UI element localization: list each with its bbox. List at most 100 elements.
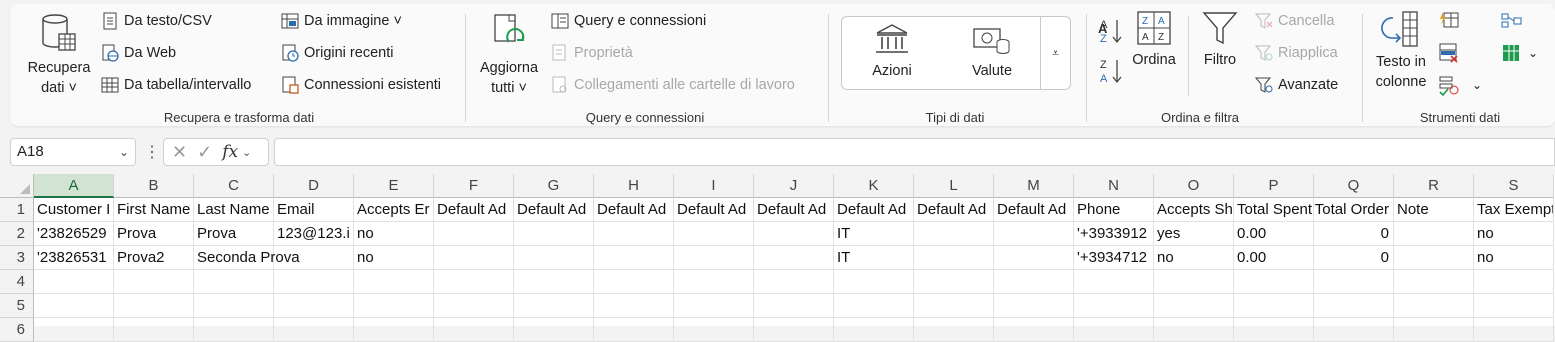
cell-R2[interactable] bbox=[1394, 222, 1474, 246]
cell-F2[interactable] bbox=[434, 222, 514, 246]
enter-check-icon[interactable]: ✓ bbox=[197, 142, 212, 163]
cell-E6[interactable] bbox=[354, 318, 434, 342]
cell-K1[interactable]: Default Ad bbox=[834, 198, 914, 222]
insert-function-icon[interactable]: fx bbox=[222, 142, 238, 162]
cell-M4[interactable] bbox=[994, 270, 1074, 294]
row-header-3[interactable]: 3 bbox=[0, 246, 34, 270]
get-data-button[interactable]: Recupera dati ˅ bbox=[24, 12, 94, 98]
cell-Q2[interactable]: 0 bbox=[1314, 222, 1394, 246]
row-header-2[interactable]: 2 bbox=[0, 222, 34, 246]
reapply-button[interactable]: Riapplica bbox=[1254, 42, 1338, 64]
cell-C2[interactable]: Prova bbox=[194, 222, 274, 246]
cell-C1[interactable]: Last Name bbox=[194, 198, 274, 222]
cell-F4[interactable] bbox=[434, 270, 514, 294]
cell-E2[interactable]: no bbox=[354, 222, 434, 246]
cell-A3[interactable]: '23826531 bbox=[34, 246, 114, 270]
cell-O6[interactable] bbox=[1154, 318, 1234, 342]
cell-K5[interactable] bbox=[834, 294, 914, 318]
cell-F5[interactable] bbox=[434, 294, 514, 318]
cell-S1[interactable]: Tax Exempt bbox=[1474, 198, 1554, 222]
cell-O3[interactable]: no bbox=[1154, 246, 1234, 270]
cell-N4[interactable] bbox=[1074, 270, 1154, 294]
remove-duplicates-icon[interactable] bbox=[1438, 42, 1460, 64]
cell-I5[interactable] bbox=[674, 294, 754, 318]
cell-Q3[interactable]: 0 bbox=[1314, 246, 1394, 270]
cell-O5[interactable] bbox=[1154, 294, 1234, 318]
properties-button[interactable]: Proprietà bbox=[550, 42, 633, 64]
cell-G5[interactable] bbox=[514, 294, 594, 318]
cell-L6[interactable] bbox=[914, 318, 994, 342]
cell-R3[interactable] bbox=[1394, 246, 1474, 270]
select-all-button[interactable] bbox=[0, 174, 34, 198]
column-header-A[interactable]: A bbox=[34, 174, 114, 198]
cell-G1[interactable]: Default Ad bbox=[514, 198, 594, 222]
cell-F3[interactable] bbox=[434, 246, 514, 270]
cell-E5[interactable] bbox=[354, 294, 434, 318]
cell-A1[interactable]: Customer I bbox=[34, 198, 114, 222]
column-header-E[interactable]: E bbox=[354, 174, 434, 198]
cell-K4[interactable] bbox=[834, 270, 914, 294]
cell-C5[interactable] bbox=[194, 294, 274, 318]
column-header-G[interactable]: G bbox=[514, 174, 594, 198]
cell-H6[interactable] bbox=[594, 318, 674, 342]
data-types-more-button[interactable]: ⩡ bbox=[1040, 17, 1070, 89]
cell-L2[interactable] bbox=[914, 222, 994, 246]
cell-D4[interactable] bbox=[274, 270, 354, 294]
cell-P5[interactable] bbox=[1234, 294, 1314, 318]
cell-B3[interactable]: Prova2 bbox=[114, 246, 194, 270]
cell-J2[interactable] bbox=[754, 222, 834, 246]
sort-descending-icon[interactable]: Z A bbox=[1098, 56, 1124, 86]
cell-C6[interactable] bbox=[194, 318, 274, 342]
row-header-6[interactable]: 6 bbox=[0, 318, 34, 342]
recent-sources-button[interactable]: Origini recenti bbox=[280, 42, 393, 64]
cell-N1[interactable]: Phone bbox=[1074, 198, 1154, 222]
cell-S6[interactable] bbox=[1474, 318, 1554, 342]
from-image-button[interactable]: Da immagine ˅ bbox=[280, 10, 402, 32]
column-header-J[interactable]: J bbox=[754, 174, 834, 198]
column-header-D[interactable]: D bbox=[274, 174, 354, 198]
cell-L1[interactable]: Default Ad bbox=[914, 198, 994, 222]
cell-G4[interactable] bbox=[514, 270, 594, 294]
row-header-5[interactable]: 5 bbox=[0, 294, 34, 318]
cell-D2[interactable]: 123@123.i bbox=[274, 222, 354, 246]
cell-M6[interactable] bbox=[994, 318, 1074, 342]
cell-J1[interactable]: Default Ad bbox=[754, 198, 834, 222]
cell-B6[interactable] bbox=[114, 318, 194, 342]
cell-M5[interactable] bbox=[994, 294, 1074, 318]
cell-J6[interactable] bbox=[754, 318, 834, 342]
cell-R6[interactable] bbox=[1394, 318, 1474, 342]
cell-S5[interactable] bbox=[1474, 294, 1554, 318]
cell-E1[interactable]: Accepts Er bbox=[354, 198, 434, 222]
cell-D6[interactable] bbox=[274, 318, 354, 342]
more-options-icon[interactable]: ⋮ bbox=[144, 142, 160, 162]
column-header-M[interactable]: M bbox=[994, 174, 1074, 198]
chevron-down-icon[interactable]: ⌄ bbox=[119, 139, 129, 165]
cell-F6[interactable] bbox=[434, 318, 514, 342]
cell-K2[interactable]: IT bbox=[834, 222, 914, 246]
filter-button[interactable]: Filtro bbox=[1192, 10, 1248, 70]
column-header-O[interactable]: O bbox=[1154, 174, 1234, 198]
column-header-I[interactable]: I bbox=[674, 174, 754, 198]
sort-button[interactable]: Z A A Z Ordina bbox=[1126, 10, 1182, 70]
consolidate-icon[interactable] bbox=[1500, 10, 1522, 32]
column-header-R[interactable]: R bbox=[1394, 174, 1474, 198]
cell-H3[interactable] bbox=[594, 246, 674, 270]
row-header-1[interactable]: 1 bbox=[0, 198, 34, 222]
column-header-Q[interactable]: Q bbox=[1314, 174, 1394, 198]
formula-input[interactable] bbox=[274, 138, 1555, 166]
cell-O4[interactable] bbox=[1154, 270, 1234, 294]
cell-S2[interactable]: no bbox=[1474, 222, 1554, 246]
cell-C4[interactable] bbox=[194, 270, 274, 294]
cell-J3[interactable] bbox=[754, 246, 834, 270]
cell-B1[interactable]: First Name bbox=[114, 198, 194, 222]
cell-K6[interactable] bbox=[834, 318, 914, 342]
column-header-L[interactable]: L bbox=[914, 174, 994, 198]
queries-connections-button[interactable]: Query e connessioni bbox=[550, 10, 706, 32]
flash-fill-icon[interactable] bbox=[1438, 10, 1460, 32]
text-to-columns-button[interactable]: Testo in colonne bbox=[1370, 10, 1432, 92]
cell-S3[interactable]: no bbox=[1474, 246, 1554, 270]
cell-B4[interactable] bbox=[114, 270, 194, 294]
cell-L3[interactable] bbox=[914, 246, 994, 270]
cell-P6[interactable] bbox=[1234, 318, 1314, 342]
from-table-button[interactable]: Da tabella/intervallo bbox=[100, 74, 251, 96]
